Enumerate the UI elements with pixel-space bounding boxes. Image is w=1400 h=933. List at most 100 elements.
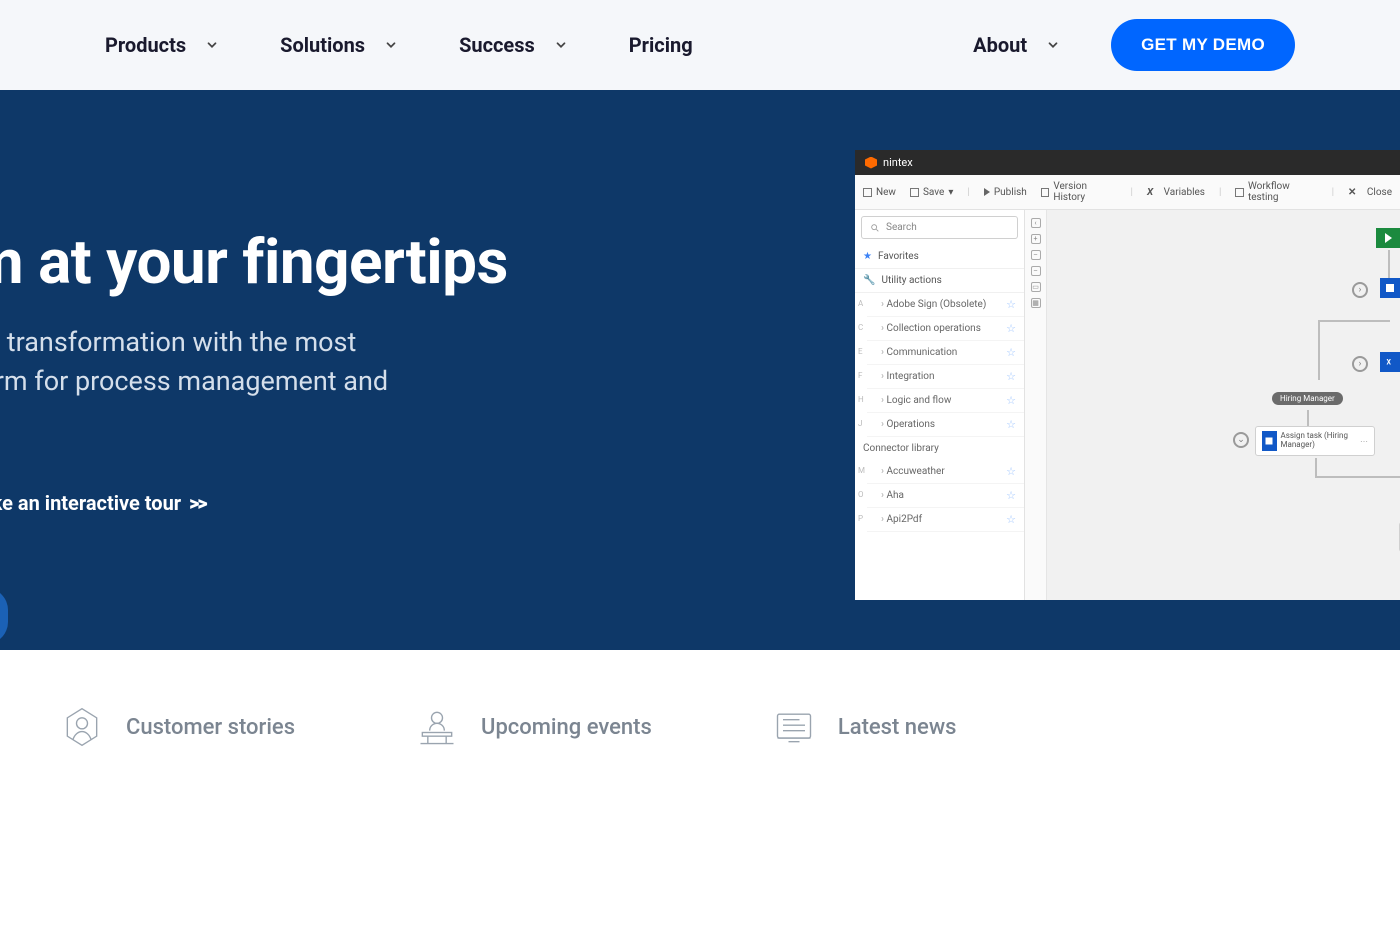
nav-pricing-label: Pricing [629,33,693,57]
nav-products[interactable]: Products [105,33,220,57]
minimap-button[interactable]: ▦ [1031,298,1041,308]
upcoming-events-link[interactable]: Upcoming events [415,705,652,749]
hero-sub-line2: form for process management and [0,362,825,401]
connector-library-heading: Connector library [855,437,1024,460]
connector [1315,458,1317,476]
hero-copy: m at your fingertips tal transformation … [0,90,825,650]
toolbar-publish[interactable]: Publish [984,187,1027,198]
hero-title: m at your fingertips [0,230,825,295]
nav-products-label: Products [105,33,186,57]
app-window: nintex New Save▾ | Publish Version Histo… [855,150,1400,600]
app-sidebar: Search ★ Favorites 🔧 Utility actions A ›… [855,210,1025,600]
svg-text:X: X [1387,359,1392,367]
search-placeholder: Search [886,222,917,233]
connector-api2pdf[interactable]: › Api2Pdf☆ [867,508,1024,532]
task-icon [1262,431,1277,451]
fit-button[interactable]: ▭ [1031,282,1041,292]
star-icon[interactable]: ☆ [1006,465,1016,478]
app-body: Search ★ Favorites 🔧 Utility actions A ›… [855,210,1400,600]
chevron-down-icon [204,37,220,53]
star-icon[interactable]: ☆ [1006,346,1016,359]
connector-aha[interactable]: › Aha☆ [867,484,1024,508]
history-icon [1041,188,1050,197]
toolbar-variables[interactable]: X Variables [1147,187,1205,198]
toolbar-new[interactable]: New [863,187,896,198]
collapse-toggle[interactable]: ‹ [1031,218,1041,228]
alpha-index: C [858,323,863,332]
separator: | [1332,187,1334,198]
star-icon[interactable]: ☆ [1006,298,1016,311]
chevron-down-icon [383,37,399,53]
excel-node-icon[interactable]: X [1380,352,1400,372]
toolbar-close[interactable]: ✕ Close [1348,187,1392,198]
hero-screenshot: nintex New Save▾ | Publish Version Histo… [855,90,1400,650]
nintex-logo-icon [865,157,877,169]
connector [1388,250,1390,280]
zoom-out-button[interactable]: – [1031,266,1041,276]
alpha-index: E [858,347,863,356]
hero-sub-line1: tal transformation with the most [0,323,825,362]
form-node-icon[interactable] [1380,278,1400,298]
separator: | [1131,187,1133,198]
save-icon [910,188,919,197]
toolbar-version-history[interactable]: Version History [1041,181,1117,203]
connector [1318,320,1320,380]
info-row: Customer stories Upcoming events Latest … [0,650,1400,804]
nav-success[interactable]: Success [459,33,569,57]
connector-accuweather[interactable]: › Accuweather☆ [867,460,1024,484]
action-logic-flow[interactable]: › Logic and flow☆ [867,389,1024,413]
hiring-manager-label: Hiring Manager [1272,392,1343,405]
separator: | [967,187,969,198]
branch-icon[interactable]: › [1352,282,1368,298]
star-icon[interactable]: ☆ [1006,394,1016,407]
nav-solutions-label: Solutions [280,33,365,57]
search-input[interactable]: Search [861,216,1018,239]
action-integration[interactable]: › Integration☆ [867,365,1024,389]
start-node[interactable] [1376,228,1400,248]
chevron-down-icon [553,37,569,53]
get-demo-button[interactable]: GET MY DEMO [1111,19,1295,71]
toolbar-save[interactable]: Save▾ [910,187,953,198]
interactive-tour-link[interactable]: Take an interactive tour >> [0,491,206,515]
assign-task-node[interactable]: Assign task (Hiring Manager) ⋯ [1255,426,1375,456]
nav-pricing[interactable]: Pricing [629,33,693,57]
star-icon[interactable]: ☆ [1006,418,1016,431]
alpha-index: F [858,371,862,380]
nav-right: About GET MY DEMO [973,19,1295,71]
more-icon[interactable]: ⋯ [1360,437,1368,446]
zoom-reset-button[interactable]: – [1031,250,1041,260]
star-icon[interactable]: ☆ [1006,370,1016,383]
sidebar-favorites[interactable]: ★ Favorites [855,245,1024,269]
events-icon [415,705,459,749]
latest-news-link[interactable]: Latest news [772,705,957,749]
nav-solutions[interactable]: Solutions [280,33,399,57]
branch-icon[interactable]: › [1352,356,1368,372]
workflow-canvas[interactable]: › › X Hiring Manager ⌄ Assign task (Hiri… [1047,210,1400,600]
play-icon [984,188,990,196]
alpha-index: H [858,395,864,404]
nav-about[interactable]: About [973,33,1061,57]
action-adobe-sign[interactable]: › Adobe Sign (Obsolete)☆ [867,293,1024,317]
wrench-icon: 🔧 [863,275,875,286]
hero-subtitle: tal transformation with the most form fo… [0,323,825,401]
customer-stories-label: Customer stories [126,715,295,740]
action-collection[interactable]: › Collection operations☆ [867,317,1024,341]
alpha-index: A [858,299,863,308]
customer-stories-link[interactable]: Customer stories [60,705,295,749]
action-communication[interactable]: › Communication☆ [867,341,1024,365]
alpha-index: P [858,514,863,523]
zoom-in-button[interactable]: + [1031,234,1041,244]
app-titlebar: nintex [855,150,1400,175]
connector [1315,476,1400,478]
action-operations[interactable]: › Operations☆ [867,413,1024,437]
tour-label: Take an interactive tour [0,491,181,515]
star-icon[interactable]: ☆ [1006,489,1016,502]
collapse-icon[interactable]: ⌄ [1233,432,1249,448]
star-icon[interactable]: ☆ [1006,322,1016,335]
hero: m at your fingertips tal transformation … [0,90,1400,650]
sidebar-utility-actions[interactable]: 🔧 Utility actions [855,269,1024,293]
toolbar-workflow-testing[interactable]: Workflow testing [1235,181,1317,203]
star-icon[interactable]: ☆ [1006,513,1016,526]
nav-success-label: Success [459,33,535,57]
nav-about-label: About [973,33,1027,57]
